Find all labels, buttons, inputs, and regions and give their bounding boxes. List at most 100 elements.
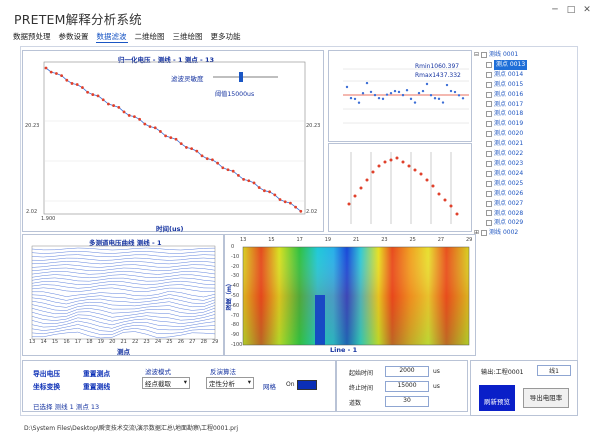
tree-root-line1[interactable]: ⊟ 测线 0001 — [474, 50, 574, 60]
refresh-preview-button[interactable]: 刷新预览 — [479, 385, 515, 411]
voltage-point — [127, 114, 131, 117]
tree-root-line2[interactable]: ⊞ 测线 0002 — [474, 228, 574, 238]
tree-item[interactable]: 测点 0025 — [474, 179, 574, 189]
tree-item-checkbox[interactable] — [486, 210, 492, 217]
menu-item-preprocess[interactable]: 数据预处理 — [12, 31, 52, 43]
inversion-select[interactable]: 定性分析 ▾ — [206, 377, 254, 389]
scatter-point — [443, 198, 447, 202]
resistivity-chart-panel: Rmin1060.397 Rmax1437.332 — [328, 50, 472, 142]
scatter-point — [371, 170, 375, 174]
voltage-point — [159, 130, 162, 133]
multichannel-chart-panel: 多测道电压曲线 测线 - 1 13 14 15 16 17 18 19 20 21 22 23 24 2… — [22, 234, 224, 356]
voltage-point — [65, 78, 69, 82]
menu-item-params[interactable]: 参数设置 — [58, 31, 90, 43]
multichannel-xtick: 24 — [154, 339, 162, 345]
line-input[interactable]: 线1 — [537, 365, 571, 376]
tree-item[interactable]: 测点 0020 — [474, 129, 574, 139]
tree-item[interactable]: 测点 0029 — [474, 218, 574, 228]
voltage-point — [122, 110, 126, 114]
multichannel-xtick: 23 — [143, 339, 150, 345]
tree-item-checkbox[interactable] — [486, 190, 492, 197]
tree-item[interactable]: 测点 0026 — [474, 189, 574, 199]
tree-item-checkbox[interactable] — [486, 141, 492, 148]
export-resistivity-button[interactable]: 导出电阻率 — [523, 388, 569, 408]
tree-item[interactable]: 测点 0028 — [474, 209, 574, 219]
voltage-point — [49, 70, 53, 74]
export-voltage-link[interactable]: 导出电压 — [33, 368, 60, 378]
channel-curve — [31, 261, 216, 265]
menu-item-2d[interactable]: 二维绘图 — [134, 31, 166, 43]
tree-item[interactable]: 测点 0022 — [474, 149, 574, 159]
channel-curve — [32, 331, 216, 339]
tree-item[interactable]: 测点 0015 — [474, 80, 574, 90]
tree-item-checkbox[interactable] — [486, 160, 492, 167]
grid-toggle[interactable] — [297, 380, 317, 390]
tree-item[interactable]: 测点 0023 — [474, 159, 574, 169]
voltage-point — [247, 179, 251, 183]
channel-curve — [31, 247, 216, 251]
tree-item-checkbox[interactable] — [486, 61, 492, 68]
voltage-point — [86, 90, 89, 94]
scatter-point — [419, 172, 423, 176]
resistivity-point — [405, 89, 409, 92]
resistivity-point — [441, 101, 445, 104]
voltage-point — [294, 205, 297, 209]
tree-item[interactable]: 测点 0021 — [474, 139, 574, 149]
scatter-point — [359, 186, 363, 190]
x-tick-left: 1.900 — [41, 216, 56, 222]
reset-line-link[interactable]: 重置测线 — [83, 381, 110, 391]
menu-item-more[interactable]: 更多功能 — [210, 31, 242, 43]
tree-item-checkbox[interactable] — [486, 170, 492, 177]
tree-item-checkbox[interactable] — [486, 220, 492, 227]
multichannel-xtick: 20 — [109, 339, 116, 345]
tree-item[interactable]: 测点 0019 — [474, 119, 574, 129]
menu-item-3d[interactable]: 三维绘图 — [172, 31, 204, 43]
voltage-point — [205, 157, 209, 161]
tree-item[interactable]: 测点 0024 — [474, 169, 574, 179]
tree-item-checkbox[interactable] — [486, 91, 492, 98]
menu-item-filter[interactable]: 数据滤波 — [95, 31, 128, 43]
reset-point-link[interactable]: 重置测点 — [83, 368, 110, 378]
heatmap-xticks: 13 15 17 19 21 23 25 27 29 — [225, 237, 475, 245]
tree-item-checkbox[interactable] — [486, 81, 492, 88]
tree-item[interactable]: 测点 0016 — [474, 90, 574, 100]
tree-item-checkbox[interactable] — [486, 151, 492, 158]
tree-item[interactable]: 测点 0017 — [474, 100, 574, 110]
voltage-point — [107, 102, 110, 106]
tree-item-label: 测点 0013 — [494, 59, 528, 70]
tree-item-checkbox[interactable] — [486, 111, 492, 118]
filter-mode-select[interactable]: 经点截取 ▾ — [142, 377, 190, 389]
heatmap-ytick: -90 — [231, 332, 240, 339]
tree-item[interactable]: 测点 0018 — [474, 109, 574, 119]
tree-item[interactable]: 测点 0014 — [474, 70, 574, 80]
tree-item-checkbox[interactable] — [486, 121, 492, 128]
tree-item[interactable]: 测点 0027 — [474, 199, 574, 209]
channel-curve — [32, 290, 216, 298]
start-time-input[interactable]: 2000 — [385, 366, 429, 377]
tree-item-checkbox[interactable] — [486, 101, 492, 108]
tree-item-checkbox[interactable] — [486, 180, 492, 187]
filter-slider-handle[interactable] — [239, 72, 243, 82]
end-time-input[interactable]: 15000 — [385, 381, 429, 392]
close-icon[interactable]: ✕ — [580, 4, 594, 16]
maximize-icon[interactable]: □ — [564, 4, 578, 16]
heatmap-panel: 13 15 17 19 21 23 25 27 29 0 -10 -20 -30 -40 -50 -60 -7… — [224, 234, 476, 356]
scatter-point — [401, 160, 405, 164]
heatmap-ytick: -100 — [231, 342, 243, 348]
start-time-unit: us — [433, 368, 440, 375]
menu-bar: 数据预处理 参数设置 数据滤波 二维绘图 三维绘图 更多功能 — [12, 31, 242, 43]
minimize-icon[interactable]: ─ — [548, 4, 562, 16]
tree-item[interactable]: 测点 0013 — [474, 59, 574, 70]
tree-item-checkbox[interactable] — [486, 131, 492, 138]
voltage-point — [133, 115, 136, 118]
heatmap-xtick: 19 — [324, 237, 332, 243]
heatmap-ytick: -70 — [231, 312, 240, 319]
voltage-point — [60, 74, 63, 77]
tree-item-checkbox[interactable] — [486, 200, 492, 207]
coord-transform-link[interactable]: 坐标变换 — [33, 381, 60, 391]
tree-item-checkbox[interactable] — [486, 71, 492, 78]
channel-curve — [31, 274, 216, 279]
channel-curve — [31, 254, 216, 258]
channels-input[interactable]: 30 — [385, 396, 429, 407]
tree-item-label: 测点 0017 — [494, 100, 524, 108]
